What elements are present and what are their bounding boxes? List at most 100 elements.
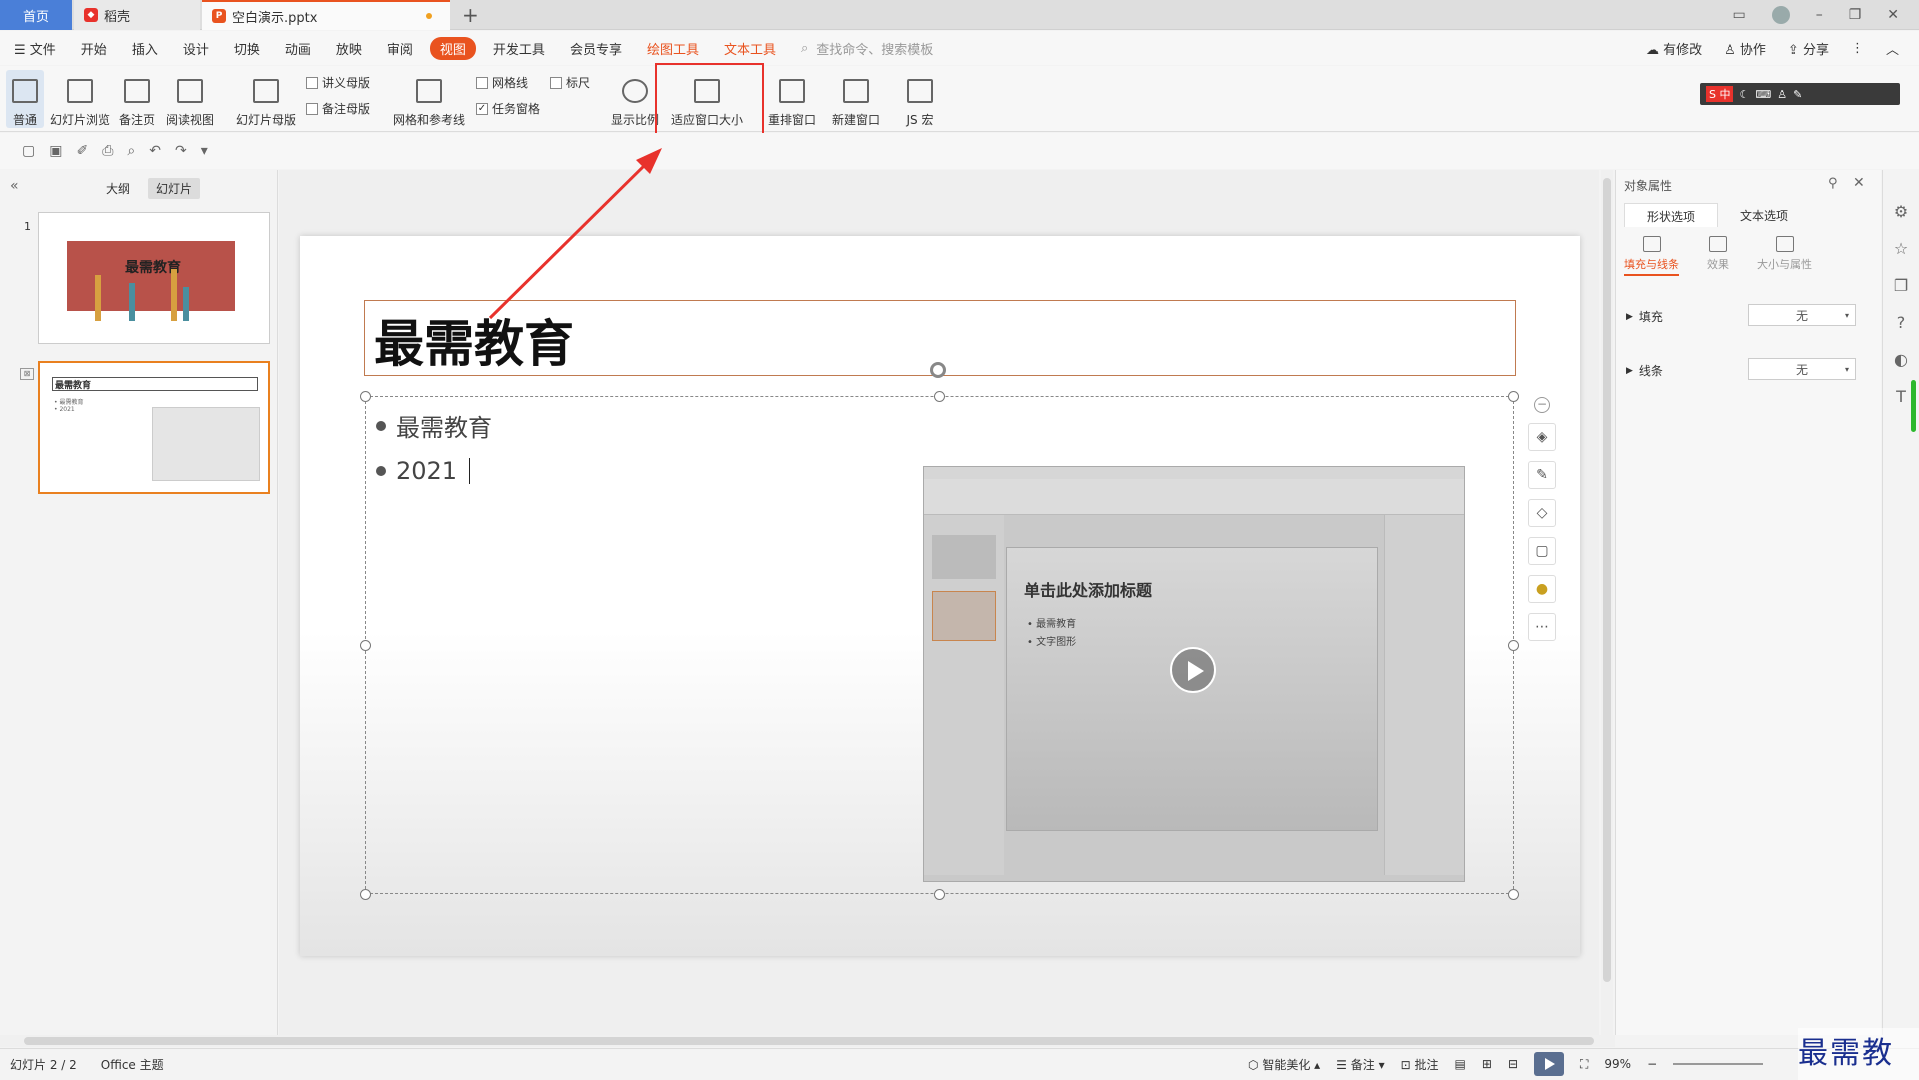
bullet-item[interactable]: 最需教育: [376, 408, 492, 443]
fill-row[interactable]: ▶ 填充: [1626, 308, 1663, 325]
menu-insert[interactable]: 插入: [132, 39, 158, 58]
more-icon[interactable]: ⋮: [1851, 41, 1864, 56]
tab-slides[interactable]: 幻灯片: [148, 178, 201, 199]
arrange-windows-button[interactable]: 重排窗口: [762, 70, 822, 128]
rotate-handle[interactable]: [930, 362, 946, 378]
resize-handle[interactable]: [1508, 640, 1519, 651]
new-window-button[interactable]: 新建窗口: [830, 70, 882, 128]
settings-icon[interactable]: ⚙: [1894, 202, 1908, 221]
new-file-icon[interactable]: ▢: [22, 143, 35, 159]
ruler-checkbox[interactable]: 标尺: [550, 74, 590, 91]
play-icon[interactable]: [1170, 647, 1216, 693]
subtab-effect[interactable]: 效果: [1707, 236, 1729, 276]
palette-icon[interactable]: ◐: [1894, 350, 1908, 369]
redo-icon[interactable]: ↷: [175, 143, 187, 159]
close-button[interactable]: ✕: [1887, 7, 1899, 23]
copy-icon[interactable]: ❐: [1894, 276, 1908, 295]
resize-handle[interactable]: [360, 391, 371, 402]
gridlines-checkbox[interactable]: 网格线: [476, 74, 528, 91]
tab-document[interactable]: P 空白演示.pptx: [202, 0, 450, 30]
fill-select[interactable]: 无 ▾: [1748, 304, 1856, 326]
menu-review[interactable]: 审阅: [387, 39, 413, 58]
comments-button[interactable]: ⊡ 批注: [1401, 1056, 1439, 1073]
collapse-ribbon-icon[interactable]: ︿: [1886, 39, 1899, 58]
close-panel-icon[interactable]: ✕: [1853, 175, 1865, 191]
help-icon[interactable]: ?: [1897, 313, 1906, 332]
resize-handle[interactable]: [360, 889, 371, 900]
more-tools-icon[interactable]: ⋯: [1528, 613, 1556, 641]
pin-icon[interactable]: ☆: [1894, 239, 1908, 258]
resize-handle[interactable]: [1508, 391, 1519, 402]
resize-handle[interactable]: [934, 391, 945, 402]
tab-shape-options[interactable]: 形状选项: [1624, 203, 1719, 227]
horizontal-scroll-thumb[interactable]: [24, 1037, 1594, 1045]
menu-text-tools[interactable]: 文本工具: [724, 39, 776, 58]
minimize-button[interactable]: –: [1816, 7, 1823, 23]
restore-button[interactable]: ❐: [1849, 7, 1862, 23]
collapse-panel-icon[interactable]: «: [10, 178, 19, 194]
zoom-level[interactable]: 99%: [1604, 1057, 1631, 1071]
print-icon[interactable]: ⎙: [102, 143, 113, 159]
resize-handle[interactable]: [1508, 889, 1519, 900]
pin-icon[interactable]: ⚲: [1828, 176, 1838, 191]
menu-developer[interactable]: 开发工具: [493, 39, 545, 58]
sorter-view-icon[interactable]: ⊞: [1482, 1057, 1492, 1071]
line-select[interactable]: 无 ▾: [1748, 358, 1856, 380]
slide-browse-button[interactable]: 幻灯片浏览: [48, 70, 112, 128]
slide-master-button[interactable]: 幻灯片母版: [234, 70, 298, 128]
has-changes-button[interactable]: ☁ 有修改: [1646, 39, 1702, 58]
menu-file[interactable]: ☰ 文件: [14, 39, 56, 58]
resize-handle[interactable]: [934, 889, 945, 900]
tab-list-icon[interactable]: ▭: [1732, 7, 1745, 23]
tab-daoke[interactable]: ◆ 稻壳: [74, 0, 200, 30]
new-tab-button[interactable]: +: [462, 3, 479, 27]
vertical-scroll-thumb[interactable]: [1603, 178, 1611, 982]
js-macro-button[interactable]: JS 宏: [898, 70, 942, 128]
theme-name[interactable]: Office 主题: [101, 1056, 164, 1073]
tab-text-options[interactable]: 文本选项: [1718, 203, 1810, 227]
reading-view-button[interactable]: 阅读视图: [164, 70, 216, 128]
normal-view-button[interactable]: 普通: [6, 70, 44, 128]
slide-thumbnail-1[interactable]: 最需教育: [38, 212, 270, 344]
collapse-icon[interactable]: −: [1534, 397, 1550, 413]
smart-beautify-button[interactable]: ⬡ 智能美化 ▴: [1248, 1056, 1320, 1073]
slideshow-play-button[interactable]: [1534, 1052, 1564, 1076]
tab-outline[interactable]: 大纲: [98, 178, 138, 199]
subtab-size[interactable]: 大小与属性: [1757, 236, 1812, 276]
subtab-fill-line[interactable]: 填充与线条: [1624, 236, 1679, 276]
grid-guides-button[interactable]: 网格和参考线: [390, 70, 468, 128]
bullet-item[interactable]: 2021: [376, 457, 471, 485]
handout-master-button[interactable]: 讲义母版: [306, 74, 370, 91]
idea-icon[interactable]: ●: [1528, 575, 1556, 603]
menu-member[interactable]: 会员专享: [570, 39, 622, 58]
menu-design[interactable]: 设计: [183, 39, 209, 58]
slide-title[interactable]: 最需教育: [374, 304, 574, 376]
search-input[interactable]: 查找命令、搜索模板: [816, 39, 933, 58]
undo-icon[interactable]: ↶: [149, 143, 161, 159]
save-icon[interactable]: ▣: [49, 143, 62, 159]
collab-button[interactable]: ♙ 协作: [1724, 39, 1766, 58]
text-icon[interactable]: T: [1896, 387, 1906, 406]
layers-icon[interactable]: ◈: [1528, 423, 1556, 451]
notes-button[interactable]: ☰ 备注 ▾: [1336, 1056, 1384, 1073]
menu-animation[interactable]: 动画: [285, 39, 311, 58]
resize-handle[interactable]: [360, 640, 371, 651]
menu-slideshow[interactable]: 放映: [336, 39, 362, 58]
reading-view-icon[interactable]: ⊟: [1508, 1057, 1518, 1071]
menu-view[interactable]: 视图: [429, 36, 476, 60]
menu-start[interactable]: 开始: [81, 39, 107, 58]
task-pane-checkbox[interactable]: ✓ 任务窗格: [476, 100, 540, 117]
format-painter-icon[interactable]: ✐: [76, 143, 88, 159]
zoom-slider[interactable]: [1673, 1063, 1764, 1065]
avatar[interactable]: [1771, 6, 1790, 24]
normal-view-status-icon[interactable]: ▤: [1455, 1057, 1466, 1071]
frame-icon[interactable]: ▢: [1528, 537, 1556, 565]
fit-icon[interactable]: ⛶: [1580, 1057, 1588, 1072]
notes-master-button[interactable]: 备注母版: [306, 100, 370, 117]
menu-transition[interactable]: 切换: [234, 39, 260, 58]
menu-drawing-tools[interactable]: 绘图工具: [647, 39, 699, 58]
share-button[interactable]: ⇪ 分享: [1788, 39, 1829, 58]
zoom-button[interactable]: 显示比例: [610, 70, 660, 128]
notes-page-button[interactable]: 备注页: [116, 70, 158, 128]
tab-home[interactable]: 首页: [0, 0, 72, 30]
